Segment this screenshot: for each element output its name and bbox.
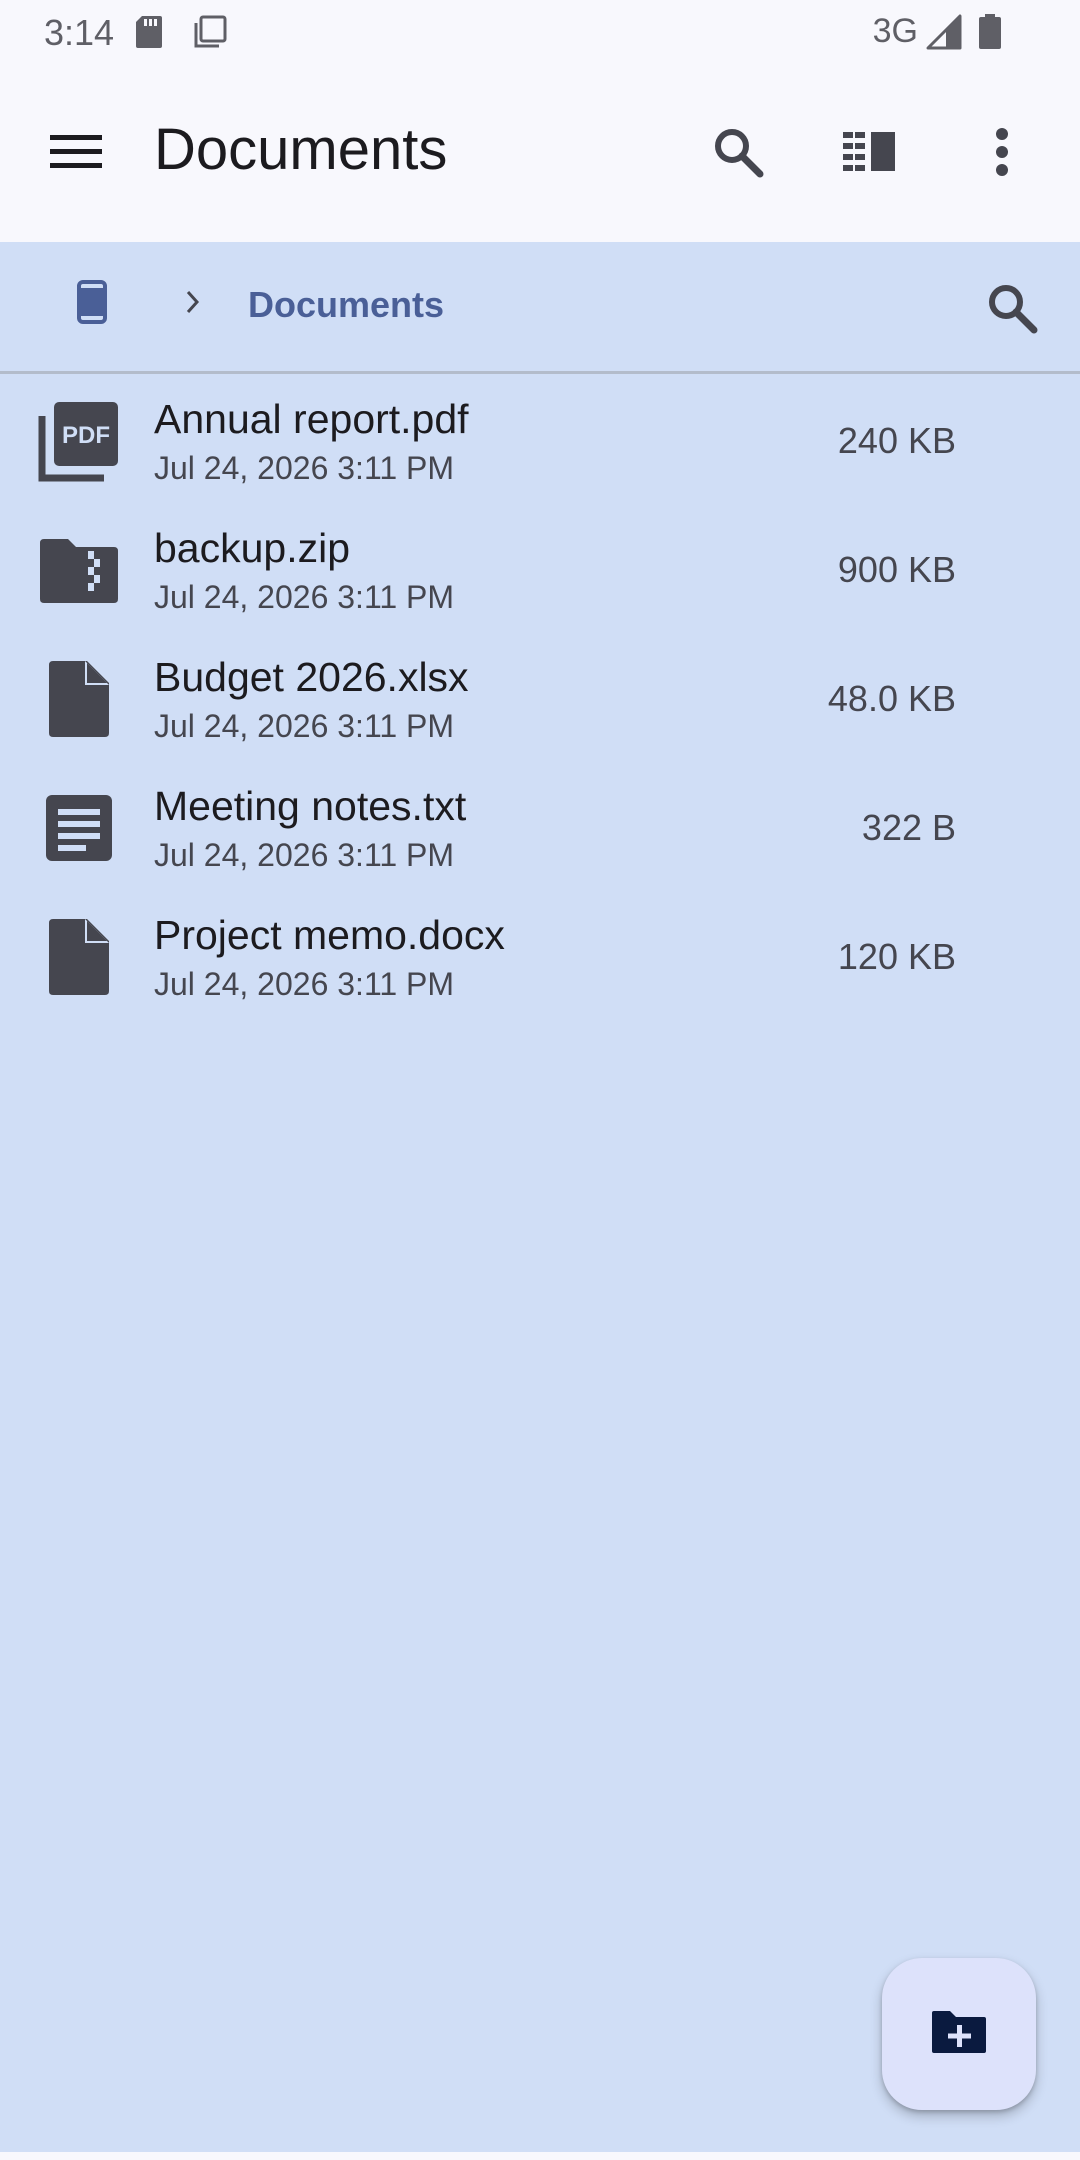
app-bar: Documents (0, 66, 1080, 242)
list-item[interactable]: Project memo.docx Jul 24, 2026 3:11 PM 1… (0, 892, 1080, 1021)
view-toggle-icon[interactable] (830, 112, 910, 192)
file-name: backup.zip (154, 525, 351, 571)
file-size: 120 KB (837, 936, 956, 977)
signal-icon (926, 14, 962, 55)
zip-folder-icon (36, 527, 122, 613)
text-file-icon (36, 785, 122, 871)
more-vert-icon[interactable] (962, 112, 1042, 192)
list-item[interactable]: Meeting notes.txt Jul 24, 2026 3:11 PM 3… (0, 763, 1080, 892)
file-date: Jul 24, 2026 3:11 PM (154, 579, 455, 615)
file-date: Jul 24, 2026 3:11 PM (154, 966, 455, 1002)
search-icon[interactable] (972, 268, 1052, 348)
svg-text:PDF: PDF (62, 422, 110, 449)
chevron-right-icon (178, 284, 208, 320)
status-bar: 3:14 3G (0, 0, 1080, 66)
list-item[interactable]: PDF Annual report.pdf Jul 24, 2026 3:11 … (0, 376, 1080, 505)
list-item[interactable]: backup.zip Jul 24, 2026 3:11 PM 900 KB (0, 505, 1080, 634)
new-folder-button[interactable] (882, 1958, 1036, 2110)
file-name: Annual report.pdf (154, 396, 469, 442)
file-list: PDF Annual report.pdf Jul 24, 2026 3:11 … (0, 376, 1080, 1021)
file-size: 48.0 KB (827, 678, 956, 719)
file-name: Project memo.docx (154, 912, 505, 958)
search-icon[interactable] (698, 112, 778, 192)
pdf-icon: PDF (36, 398, 122, 484)
file-date: Jul 24, 2026 3:11 PM (154, 837, 455, 873)
new-folder-icon (930, 2009, 988, 2060)
phone-icon[interactable] (62, 272, 122, 332)
file-date: Jul 24, 2026 3:11 PM (154, 708, 455, 744)
status-time: 3:14 (44, 12, 115, 53)
sd-card-icon (134, 14, 164, 55)
file-size: 322 B (861, 807, 956, 848)
breadcrumb-current[interactable]: Documents (248, 284, 444, 326)
file-name: Meeting notes.txt (154, 783, 467, 829)
battery-icon (978, 14, 1002, 55)
page-title: Documents (154, 117, 448, 182)
file-size: 240 KB (837, 420, 956, 461)
navigation-bar (0, 2152, 1080, 2160)
menu-icon[interactable] (36, 112, 116, 192)
file-size: 900 KB (837, 549, 956, 590)
file-name: Budget 2026.xlsx (154, 654, 469, 700)
copy-icon (192, 14, 228, 55)
network-type: 3G (872, 12, 918, 50)
file-date: Jul 24, 2026 3:11 PM (154, 450, 455, 486)
list-item[interactable]: Budget 2026.xlsx Jul 24, 2026 3:11 PM 48… (0, 634, 1080, 763)
file-icon (36, 914, 122, 1000)
breadcrumb: Documents (0, 242, 1080, 374)
file-icon (36, 656, 122, 742)
